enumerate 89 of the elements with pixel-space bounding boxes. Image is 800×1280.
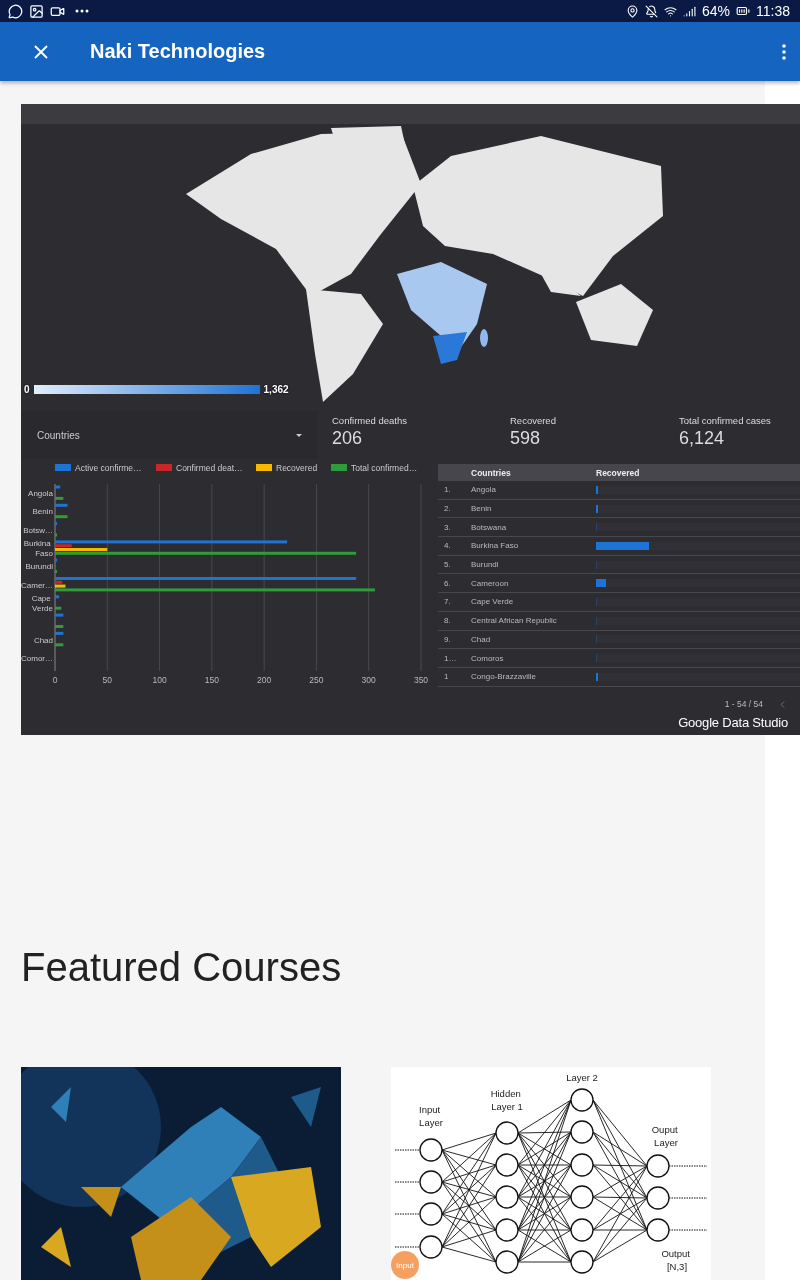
axis-label: Burundi [25, 562, 53, 572]
bar [55, 558, 58, 562]
diagram-label: Output [N,3] [661, 1248, 690, 1272]
table-cell-text: Angola [471, 485, 497, 495]
bar [55, 606, 62, 610]
mute-icon [644, 4, 658, 18]
app-title: Naki Technologies [90, 40, 267, 64]
axis-tick-label: 0 [52, 675, 58, 685]
chat-icon [8, 3, 23, 19]
axis-label: Cape Verde [31, 593, 53, 613]
scorecard-value: 6,124 [679, 428, 726, 449]
menu-icon [782, 43, 786, 60]
table-cell-text: Central African Republic [471, 616, 558, 626]
bar [55, 570, 58, 574]
row-number: 8. [444, 616, 452, 626]
axis-tick-label: 100 [152, 675, 167, 685]
row-number: 3. [444, 522, 452, 532]
caret-icon [296, 433, 302, 437]
column-header[interactable]: Countries [471, 467, 596, 478]
table-cell-text: Burkina Faso [471, 541, 520, 551]
table-cell-text: Burundi [471, 560, 500, 570]
diagram-label: Layer 2 [566, 1072, 598, 1083]
legend-label: Recovered [276, 463, 318, 473]
row-number: 7. [444, 597, 452, 607]
bar [55, 485, 61, 489]
row-number: 2. [444, 504, 452, 514]
more-icon [75, 9, 89, 14]
diagram-label: Input Layer [419, 1104, 443, 1128]
row-number: 1… [444, 653, 458, 663]
axis-tick-label: 250 [309, 675, 324, 685]
bar [55, 522, 58, 526]
table-cell-text: Cape Verde [471, 597, 515, 607]
scorecard-value: 598 [510, 428, 542, 449]
section-heading: Featured Courses [21, 944, 343, 991]
row-number: 5. [444, 560, 452, 570]
table-cell-text: Congo-Brazzaville [471, 672, 537, 682]
axis-label: Comor… [21, 653, 53, 663]
axis-tick-label: 300 [361, 675, 376, 685]
axis-label: Burkina Faso [23, 539, 53, 559]
axis-label: Camer… [21, 580, 53, 590]
clock: 11:38 [756, 3, 790, 20]
diagram-label: Hidden Layer 1 [490, 1088, 523, 1112]
axis-label: Botsw… [23, 525, 53, 535]
row-number: 1 [444, 672, 450, 682]
scorecard-value: 206 [332, 428, 364, 449]
scorecard-label: Total confirmed cases [679, 415, 772, 426]
battery-percent: 64% [701, 3, 730, 20]
row-number: 4. [444, 541, 452, 551]
bar [55, 613, 64, 617]
legend-min: 0 [24, 384, 30, 395]
menu-button[interactable] [782, 43, 786, 60]
input-badge: Input [391, 1251, 419, 1279]
table-cell-text: Cameroon [471, 578, 510, 588]
legend-max: 1,362 [263, 384, 289, 395]
bar [55, 631, 64, 635]
bar [55, 533, 58, 537]
pagination-text: 1 - 54 / 54 [724, 699, 763, 709]
bar [55, 496, 64, 500]
axis-label: Chad [33, 635, 53, 645]
bar [55, 595, 60, 599]
image-icon [29, 3, 44, 19]
bar [55, 643, 64, 647]
scorecard-label: Confirmed deaths [332, 415, 408, 426]
bar [55, 503, 68, 507]
axis-tick-label: 150 [204, 675, 219, 685]
bar [55, 625, 64, 628]
logo-text: Google Data Studio [678, 715, 788, 730]
axis-label: Angola [28, 489, 53, 499]
row-number: 1. [444, 485, 452, 495]
scorecard-label: Recovered [510, 415, 557, 426]
location-icon [625, 4, 639, 18]
axis-tick-label: 200 [257, 675, 272, 685]
table-cell-text: Benin [471, 504, 493, 514]
diagram-label: Ouput Layer [651, 1124, 678, 1148]
legend-label: Confirmed deat… [176, 463, 243, 473]
legend-label: Active confirme… [75, 463, 142, 473]
table-cell-text: Comoros [471, 653, 505, 663]
column-header[interactable]: Recovered [596, 467, 800, 478]
signal-icon [682, 4, 696, 18]
table-cell-text: Botswana [471, 522, 508, 532]
table-cell-text: Chad [471, 634, 492, 644]
bar [55, 515, 68, 519]
wifi-icon [663, 4, 677, 18]
row-number: 9. [444, 634, 452, 644]
row-number: 6. [444, 578, 452, 588]
axis-label: Benin [32, 507, 53, 517]
axis-tick-label: 350 [413, 675, 429, 685]
axis-tick-label: 50 [102, 675, 112, 685]
legend-label: Total confirmed… [351, 463, 418, 473]
